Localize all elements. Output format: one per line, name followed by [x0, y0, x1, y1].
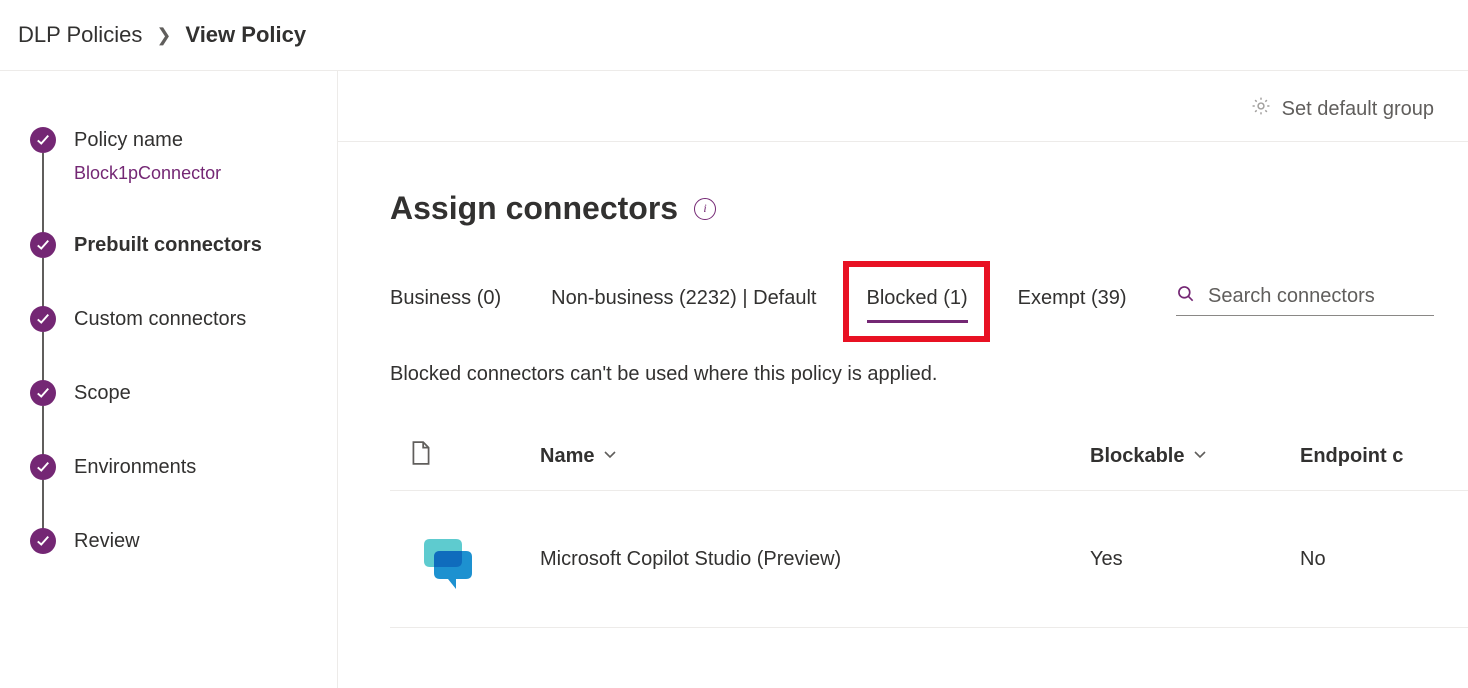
step-complete-icon — [30, 306, 56, 332]
info-icon[interactable]: i — [694, 198, 716, 220]
search-icon — [1176, 284, 1196, 309]
wizard-sidebar: Policy name Block1pConnector Prebuilt co… — [0, 71, 338, 688]
step-complete-icon — [30, 454, 56, 480]
column-endpoint[interactable]: Endpoint c — [1300, 445, 1448, 468]
tabs: Business (0) Non-business (2232) | Defau… — [390, 277, 1176, 323]
step-complete-icon — [30, 232, 56, 258]
column-label: Blockable — [1090, 445, 1184, 468]
table-row[interactable]: Microsoft Copilot Studio (Preview) Yes N… — [390, 491, 1468, 628]
step-complete-icon — [30, 380, 56, 406]
wizard-step-prebuilt-connectors[interactable]: Prebuilt connectors — [30, 232, 337, 306]
table-header: Name Blockable Endpoint c — [390, 432, 1468, 491]
wizard-step-review[interactable]: Review — [30, 528, 337, 554]
main-content: Set default group Assign connectors i Bu… — [338, 71, 1468, 688]
chevron-right-icon: ❯ — [156, 25, 171, 46]
wizard-step-environments[interactable]: Environments — [30, 454, 337, 528]
column-blockable[interactable]: Blockable — [1090, 445, 1300, 468]
copilot-studio-icon — [410, 521, 486, 597]
cell-blockable: Yes — [1090, 548, 1300, 571]
breadcrumb: DLP Policies ❯ View Policy — [0, 0, 1468, 71]
gear-icon — [1250, 95, 1272, 123]
column-label: Endpoint c — [1300, 445, 1403, 468]
chevron-down-icon — [602, 445, 618, 468]
tab-blocked[interactable]: Blocked (1) — [867, 277, 968, 323]
wizard-step-custom-connectors[interactable]: Custom connectors — [30, 306, 337, 380]
wizard-step-policy-name[interactable]: Policy name Block1pConnector — [30, 127, 337, 232]
cell-endpoint: No — [1300, 548, 1448, 571]
breadcrumb-parent[interactable]: DLP Policies — [18, 22, 142, 48]
connectors-table: Name Blockable Endpoint c — [390, 432, 1468, 628]
step-complete-icon — [30, 127, 56, 153]
step-sublabel: Block1pConnector — [74, 163, 221, 184]
search-connectors[interactable] — [1176, 284, 1434, 316]
wizard-step-scope[interactable]: Scope — [30, 380, 337, 454]
chevron-down-icon — [1192, 445, 1208, 468]
step-label: Prebuilt connectors — [74, 232, 262, 258]
step-complete-icon — [30, 528, 56, 554]
section-title: Assign connectors i — [390, 190, 1468, 227]
document-icon — [410, 440, 432, 472]
column-icon[interactable] — [410, 440, 540, 472]
step-label: Environments — [74, 454, 196, 480]
toolbar: Set default group — [338, 71, 1468, 142]
search-input[interactable] — [1208, 285, 1434, 308]
tab-non-business[interactable]: Non-business (2232) | Default — [551, 277, 816, 323]
section-title-text: Assign connectors — [390, 190, 678, 227]
breadcrumb-current: View Policy — [185, 22, 306, 48]
column-label: Name — [540, 445, 594, 468]
set-default-group-button[interactable]: Set default group — [1250, 95, 1434, 123]
toolbar-button-label: Set default group — [1282, 98, 1434, 121]
tab-description: Blocked connectors can't be used where t… — [390, 363, 1468, 386]
column-name[interactable]: Name — [540, 445, 1090, 468]
tab-exempt[interactable]: Exempt (39) — [1018, 277, 1127, 323]
cell-name: Microsoft Copilot Studio (Preview) — [540, 548, 1090, 571]
step-label: Scope — [74, 380, 131, 406]
step-label: Review — [74, 528, 140, 554]
step-label: Custom connectors — [74, 306, 246, 332]
tab-label: Blocked (1) — [867, 287, 968, 309]
tab-business[interactable]: Business (0) — [390, 277, 501, 323]
step-label: Policy name — [74, 127, 221, 153]
